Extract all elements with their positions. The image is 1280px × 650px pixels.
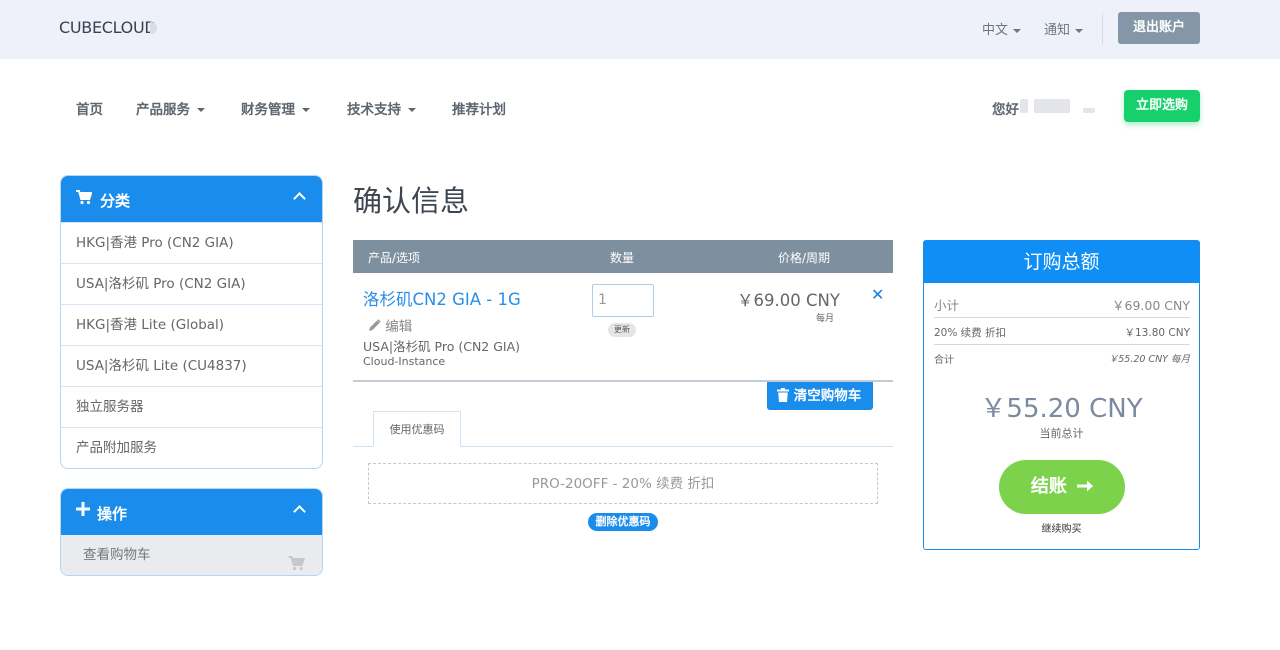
cart-table-header: 产品/选项 数量 价格/周期	[353, 240, 893, 273]
billing-cycle: 每月	[816, 314, 835, 324]
product-price: ￥69.00 CNY	[737, 291, 840, 310]
nav-home[interactable]: 首页	[76, 98, 103, 118]
discount-value: ￥13.80 CNY	[1124, 327, 1191, 339]
checkout-label: 结账	[1030, 476, 1067, 497]
arrow-right-icon	[1073, 476, 1094, 497]
buy-now-button[interactable]: 立即选购	[1124, 90, 1200, 122]
recurring-value: ￥55.20 CNY 每月	[1108, 354, 1190, 365]
applied-promo-code: PRO-20OFF - 20% 续费 折扣	[368, 463, 878, 504]
empty-cart-button[interactable]: 清空购物车	[767, 382, 873, 410]
edit-label: 编辑	[385, 319, 413, 335]
redacted-username	[1083, 108, 1095, 113]
site-logo[interactable]: CUBECLOUD	[59, 18, 157, 37]
discount-label: 20% 续费 折扣	[934, 327, 1007, 339]
user-greeting: 您好	[992, 102, 1019, 118]
trash-icon	[777, 388, 794, 404]
product-group: USA|洛杉矶 Pro (CN2 GIA)	[363, 339, 521, 354]
cart-icon	[76, 190, 93, 209]
language-label: 中文	[982, 23, 1009, 38]
subtotal-label: 小计	[934, 298, 960, 313]
actions-panel: 操作 查看购物车	[60, 488, 323, 576]
sidebar-item-usa-lite[interactable]: USA|洛杉矶 Lite (CU4837)	[61, 345, 322, 386]
remove-promo-button[interactable]: 删除优惠码	[588, 513, 658, 531]
summary-title: 订购总额	[924, 241, 1199, 283]
chevron-down-icon	[302, 108, 310, 112]
column-product: 产品/选项	[368, 251, 421, 265]
pencil-icon	[368, 319, 385, 335]
nav-billing-label: 财务管理	[241, 102, 295, 118]
quantity-input[interactable]: 1	[592, 284, 654, 317]
total-due-label: 当前总计	[1039, 427, 1084, 440]
sidebar-item-dedicated[interactable]: 独立服务器	[61, 386, 322, 427]
chevron-down-icon	[197, 108, 205, 112]
total-due: ￥55.20 CNY	[980, 394, 1143, 424]
recurring-label: 合计	[934, 355, 954, 366]
plus-icon	[76, 502, 90, 520]
divider	[934, 344, 1190, 345]
sidebar-item-hkg-lite[interactable]: HKG|香港 Lite (Global)	[61, 304, 322, 345]
product-name[interactable]: 洛杉矶CN2 GIA - 1G	[363, 286, 521, 310]
categories-panel: 分类 HKG|香港 Pro (CN2 GIA) USA|洛杉矶 Pro (CN2…	[60, 175, 323, 469]
sidebar-item-usa-pro[interactable]: USA|洛杉矶 Pro (CN2 GIA)	[61, 263, 322, 304]
checkout-button[interactable]: 结账	[999, 460, 1125, 514]
chevron-up-icon[interactable]	[293, 505, 306, 518]
chevron-down-icon	[408, 108, 416, 112]
redacted-username	[1020, 99, 1028, 113]
order-summary: 订购总额 小计 ￥69.00 CNY 20% 续费 折扣 ￥13.80 CNY …	[923, 240, 1200, 550]
divider	[1102, 13, 1103, 44]
actions-title: 操作	[97, 505, 128, 523]
nav-support-label: 技术支持	[347, 102, 401, 118]
edit-product-link[interactable]: 编辑	[368, 315, 412, 335]
top-bar: CUBECLOUD 中文 通知 退出账户	[0, 0, 1280, 59]
empty-cart-label: 清空购物车	[793, 388, 862, 404]
sidebar-item-addons[interactable]: 产品附加服务	[61, 427, 322, 468]
update-quantity-button[interactable]: 更新	[608, 323, 636, 337]
nav-billing[interactable]: 财务管理	[241, 98, 310, 118]
categories-title: 分类	[100, 192, 131, 210]
view-cart-item[interactable]: 查看购物车	[61, 535, 322, 575]
notifications-dropdown[interactable]: 通知	[1044, 19, 1084, 38]
cart-icon	[288, 547, 306, 575]
page-title: 确认信息	[353, 184, 470, 218]
actions-panel-header[interactable]: 操作	[61, 489, 322, 535]
logout-button[interactable]: 退出账户	[1118, 12, 1200, 44]
column-price: 价格/周期	[778, 251, 831, 265]
column-qty: 数量	[610, 251, 635, 265]
chevron-down-icon	[1075, 28, 1084, 33]
categories-panel-header[interactable]: 分类	[61, 176, 322, 222]
notifications-label: 通知	[1044, 23, 1071, 38]
chevron-up-icon[interactable]	[293, 192, 306, 205]
product-subtitle: Cloud-Instance	[363, 355, 446, 368]
view-cart-label: 查看购物车	[83, 547, 151, 563]
tab-promo-code[interactable]: 使用优惠码	[373, 411, 461, 447]
continue-shopping-link[interactable]: 继续购买	[924, 520, 1199, 535]
subtotal-value: ￥69.00 CNY	[1112, 298, 1190, 313]
nav-products-label: 产品服务	[136, 102, 190, 118]
chevron-down-icon	[1013, 28, 1022, 33]
language-dropdown[interactable]: 中文	[982, 19, 1022, 38]
nav-products[interactable]: 产品服务	[136, 98, 205, 118]
divider	[934, 317, 1190, 318]
remove-item-icon[interactable]: ✕	[871, 285, 884, 304]
sidebar-item-hkg-pro[interactable]: HKG|香港 Pro (CN2 GIA)	[61, 222, 322, 263]
nav-support[interactable]: 技术支持	[347, 98, 416, 118]
nav-affiliates[interactable]: 推荐计划	[452, 98, 506, 118]
redacted-username	[1034, 99, 1070, 113]
